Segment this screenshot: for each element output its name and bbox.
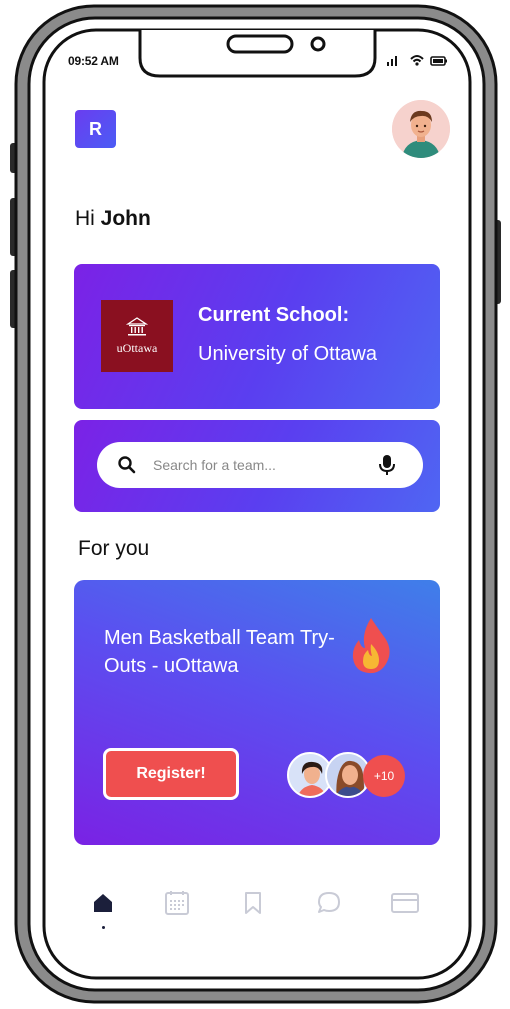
search-card [74, 420, 440, 512]
calendar-icon [165, 891, 189, 915]
current-school-name: University of Ottawa [198, 343, 377, 365]
current-school-label: Current School: [198, 304, 350, 326]
fire-icon [352, 618, 390, 674]
signal-icon [387, 56, 397, 66]
search-icon[interactable] [117, 455, 137, 475]
school-logo-text: uOttawa [116, 340, 158, 355]
nav-item-wallet[interactable] [388, 886, 422, 920]
greeting-name: John [100, 207, 151, 230]
building-icon [126, 316, 148, 335]
nav-item-bookmarks[interactable] [236, 886, 270, 920]
app-logo[interactable]: R [75, 110, 116, 148]
card-icon [391, 893, 419, 913]
register-button[interactable]: Register! [103, 748, 239, 800]
user-avatar[interactable] [392, 100, 450, 158]
status-icons [387, 55, 447, 66]
bookmark-icon [245, 892, 261, 914]
microphone-icon[interactable] [376, 453, 398, 477]
event-title: Men Basketball Team Try-Outs - uOttawa [104, 627, 335, 677]
greeting-prefix: Hi [75, 207, 101, 230]
search-bar[interactable] [97, 442, 423, 488]
current-school-card[interactable]: uOttawa Current School: University of Ot… [74, 264, 440, 409]
wifi-icon [410, 55, 424, 66]
attendees-group[interactable]: +10 [287, 752, 415, 798]
active-indicator [102, 926, 105, 929]
battery-icon [430, 56, 447, 66]
search-input[interactable] [153, 454, 363, 476]
home-icon [94, 894, 112, 912]
section-title-for-you: For you [78, 537, 150, 560]
event-card[interactable]: Men Basketball Team Try-Outs - uOttawa R… [74, 580, 440, 845]
person-avatar-icon [392, 100, 450, 158]
nav-item-chat[interactable] [312, 886, 346, 920]
nav-item-calendar[interactable] [160, 886, 194, 920]
app-logo-letter: R [89, 118, 102, 139]
attendee-more-count: +10 [363, 755, 405, 797]
bottom-navigation [78, 880, 428, 930]
chat-icon [318, 892, 340, 913]
greeting: Hi John [75, 207, 151, 231]
nav-item-home[interactable] [86, 886, 120, 929]
school-logo: uOttawa [101, 300, 173, 372]
status-time: 09:52 AM [68, 54, 119, 68]
